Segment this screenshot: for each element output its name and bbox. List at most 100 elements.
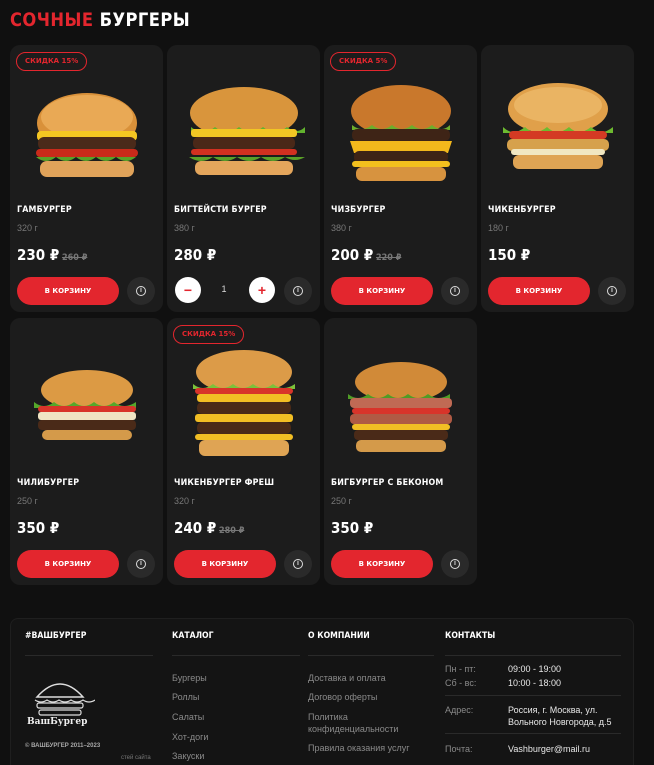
footer-catalog-title: КАТАЛОГ — [172, 631, 214, 641]
product-weight: 380 г — [174, 223, 195, 233]
hours-label-weekend: Сб - вс: — [445, 678, 477, 688]
copyright-sub: стей сайта — [121, 755, 151, 761]
current-price: 230 ₽ — [17, 246, 60, 264]
product-name: ЧИКЕНБУРГЕР — [488, 205, 556, 215]
quantity-value: 1 — [221, 284, 227, 294]
footer-link-hotdogs[interactable]: Хот-доги — [172, 731, 208, 743]
burger-image — [350, 85, 452, 181]
product-card: СКИДКА 15% ГАМБУРГЕР 320 г 230 ₽260 ₽ В … — [10, 45, 163, 312]
divider — [25, 655, 153, 656]
burger-image — [348, 362, 452, 452]
info-button[interactable]: i — [284, 277, 312, 305]
footer-link-privacy[interactable]: Политика конфиденциальности — [308, 711, 408, 735]
add-to-cart-button[interactable]: В КОРЗИНУ — [174, 550, 276, 578]
add-to-cart-button[interactable]: В КОРЗИНУ — [488, 277, 590, 305]
product-price: 150 ₽ — [488, 246, 530, 264]
divider — [445, 655, 621, 656]
old-price: 220 ₽ — [375, 253, 402, 263]
copyright: © ВАШБУРГЕР 2011–2023 — [25, 743, 101, 749]
footer-link-snacks[interactable]: Закуски — [172, 750, 204, 762]
info-button[interactable]: i — [441, 277, 469, 305]
footer-brand-title: #ВАШБУРГЕР — [25, 631, 87, 641]
info-icon: i — [136, 559, 146, 569]
footer-link-burgers[interactable]: Бургеры — [172, 672, 207, 684]
product-weight: 250 г — [331, 496, 352, 506]
product-name: ЧИКЕНБУРГЕР ФРЕШ — [174, 478, 275, 488]
email-label: Почта: — [445, 744, 473, 754]
product-name: БИГТЕЙСТИ БУРГЕР — [174, 205, 267, 215]
page-title: СОЧНЫЕ БУРГЕРЫ — [10, 9, 190, 31]
hours-label-weekdays: Пн - пт: — [445, 664, 476, 674]
product-price: 280 ₽ — [174, 246, 216, 264]
product-weight: 250 г — [17, 496, 38, 506]
burger-image — [193, 350, 295, 456]
product-weight: 380 г — [331, 223, 352, 233]
product-weight: 320 г — [174, 496, 195, 506]
current-price: 240 ₽ — [174, 519, 217, 537]
product-card: ЧИКЕНБУРГЕР 180 г 150 ₽ В КОРЗИНУ i — [481, 45, 634, 312]
product-card: СКИДКА 5% ЧИЗБУРГЕР 380 г 200 ₽220 ₽ В К… — [324, 45, 477, 312]
add-to-cart-button[interactable]: В КОРЗИНУ — [17, 550, 119, 578]
footer-contacts-title: КОНТАКТЫ — [445, 631, 496, 641]
hours-value-weekdays: 09:00 - 19:00 — [508, 664, 562, 674]
add-to-cart-button[interactable]: В КОРЗИНУ — [17, 277, 119, 305]
info-icon: i — [293, 559, 303, 569]
current-price: 280 ₽ — [174, 246, 217, 264]
email-link[interactable]: Vashburger@mail.ru — [508, 743, 590, 755]
product-price: 230 ₽260 ₽ — [17, 246, 87, 264]
discount-badge: СКИДКА 15% — [16, 52, 88, 71]
burger-image — [503, 83, 613, 169]
info-button[interactable]: i — [127, 550, 155, 578]
hours-value-weekend: 10:00 - 18:00 — [508, 678, 562, 688]
current-price: 200 ₽ — [331, 246, 374, 264]
current-price: 350 ₽ — [331, 519, 374, 537]
info-button[interactable]: i — [441, 550, 469, 578]
info-button[interactable]: i — [598, 277, 626, 305]
info-icon: i — [136, 286, 146, 296]
title-rest: БУРГЕРЫ — [99, 9, 191, 31]
info-icon: i — [450, 286, 460, 296]
product-card: БИГТЕЙСТИ БУРГЕР 380 г 280 ₽ − 1 + i — [167, 45, 320, 312]
discount-badge: СКИДКА 15% — [173, 325, 245, 344]
add-to-cart-button[interactable]: В КОРЗИНУ — [331, 550, 433, 578]
footer-company-title: О КОМПАНИИ — [308, 631, 370, 641]
info-button[interactable]: i — [284, 550, 312, 578]
product-weight: 180 г — [488, 223, 509, 233]
product-name: БИГБУРГЕР С БЕКОНОМ — [331, 478, 444, 488]
footer-link-rules[interactable]: Правила оказания услуг — [308, 742, 410, 754]
add-to-cart-button[interactable]: В КОРЗИНУ — [331, 277, 433, 305]
logo-text: ВашБургер — [27, 717, 88, 727]
divider — [445, 695, 621, 696]
site-footer: #ВАШБУРГЕР ВашБургер © ВАШБУРГЕР 2011–20… — [10, 618, 634, 765]
footer-link-rolls[interactable]: Роллы — [172, 691, 199, 703]
discount-badge: СКИДКА 5% — [330, 52, 397, 71]
footer-link-salads[interactable]: Салаты — [172, 711, 204, 723]
current-price: 350 ₽ — [17, 519, 60, 537]
product-name: ЧИЛИБУРГЕР — [17, 478, 80, 488]
burger-image — [36, 93, 138, 177]
divider — [445, 733, 621, 734]
old-price: 260 ₽ — [61, 253, 88, 263]
product-price: 350 ₽ — [331, 519, 373, 537]
divider — [308, 655, 434, 656]
product-name: ГАМБУРГЕР — [17, 205, 72, 215]
footer-link-delivery[interactable]: Доставка и оплата — [308, 672, 386, 684]
product-weight: 320 г — [17, 223, 38, 233]
info-button[interactable]: i — [127, 277, 155, 305]
product-price: 350 ₽ — [17, 519, 59, 537]
product-card: СКИДКА 15% ЧИКЕНБУРГЕР ФРЕШ 320 г 240 ₽2… — [167, 318, 320, 585]
burger-image — [189, 87, 305, 175]
address-label: Адрес: — [445, 705, 474, 715]
footer-link-offer[interactable]: Договор оферты — [308, 691, 377, 703]
product-card: ЧИЛИБУРГЕР 250 г 350 ₽ В КОРЗИНУ i — [10, 318, 163, 585]
info-icon: i — [450, 559, 460, 569]
product-price: 200 ₽220 ₽ — [331, 246, 401, 264]
product-price: 240 ₽280 ₽ — [174, 519, 244, 537]
burger-image — [34, 370, 136, 440]
decrease-quantity-button[interactable]: − — [175, 277, 201, 303]
title-highlight: СОЧНЫЕ — [10, 9, 94, 31]
product-name: ЧИЗБУРГЕР — [331, 205, 386, 215]
increase-quantity-button[interactable]: + — [249, 277, 275, 303]
current-price: 150 ₽ — [488, 246, 531, 264]
product-card: БИГБУРГЕР С БЕКОНОМ 250 г 350 ₽ В КОРЗИН… — [324, 318, 477, 585]
